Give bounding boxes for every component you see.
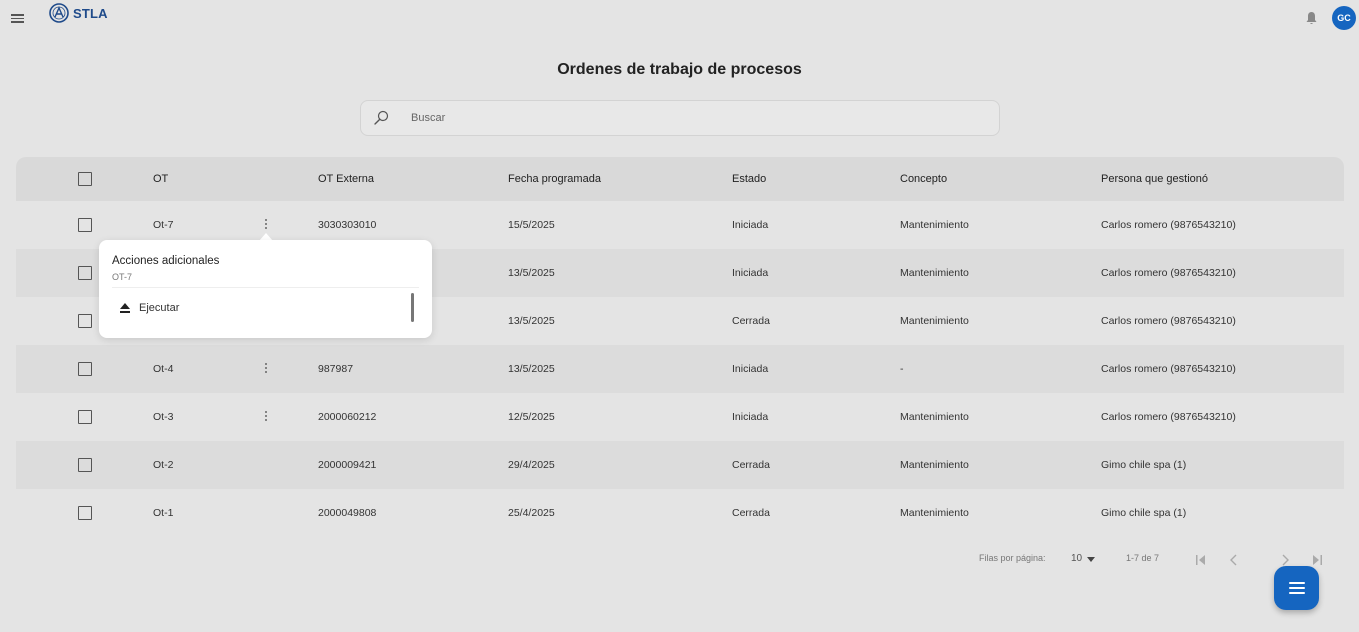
execute-action-item[interactable]: Ejecutar <box>119 302 179 314</box>
cell-concepto: Mantenimiento <box>900 459 969 471</box>
page-title: Ordenes de trabajo de procesos <box>557 61 802 78</box>
cell-ot: Ot-2 <box>153 459 174 471</box>
previous-page-icon[interactable] <box>1228 553 1240 566</box>
cell-fecha: 25/4/2025 <box>508 507 555 519</box>
execute-action-label: Ejecutar <box>139 302 180 314</box>
popup-title: Acciones adicionales <box>112 255 220 267</box>
header-concepto[interactable]: Concepto <box>900 173 947 185</box>
row-checkbox[interactable] <box>78 506 92 520</box>
cell-fecha: 15/5/2025 <box>508 219 555 231</box>
hamburger-menu-icon[interactable] <box>11 14 24 24</box>
cell-ot-externa: 2000060212 <box>318 411 377 423</box>
row-checkbox[interactable] <box>78 266 92 280</box>
cell-ot: Ot-4 <box>153 363 174 375</box>
row-checkbox[interactable] <box>78 362 92 376</box>
list-menu-icon <box>1288 582 1305 594</box>
cell-fecha: 13/5/2025 <box>508 267 555 279</box>
cell-ot: Ot-1 <box>153 507 174 519</box>
last-page-icon[interactable] <box>1311 553 1323 565</box>
cell-ot: Ot-3 <box>153 411 174 423</box>
search-icon <box>374 110 389 125</box>
cell-estado: Iniciada <box>732 411 769 423</box>
cell-estado: Cerrada <box>732 459 770 471</box>
table-row[interactable]: Ot-3 2000060212 12/5/2025 Iniciada Mante… <box>16 393 1344 441</box>
popup-subtitle: OT-7 <box>112 272 133 282</box>
cell-persona: Carlos romero (9876543210) <box>1101 267 1236 279</box>
eject-icon <box>120 303 130 313</box>
cell-ot-externa: 2000049808 <box>318 507 377 519</box>
cell-persona: Gimo chile spa (1) <box>1101 459 1187 471</box>
popup-divider <box>112 287 419 288</box>
rows-per-page-caret-icon[interactable] <box>1087 557 1095 562</box>
user-avatar[interactable]: GC <box>1332 6 1356 30</box>
cell-concepto: - <box>900 363 904 375</box>
cell-concepto: Mantenimiento <box>900 411 969 423</box>
popup-scrollbar[interactable] <box>411 293 414 322</box>
cell-ot-externa: 2000009421 <box>318 459 377 471</box>
notifications-bell-icon[interactable] <box>1305 11 1318 25</box>
cell-ot-externa: 987987 <box>318 363 354 375</box>
app-logo[interactable]: STLA <box>49 3 108 23</box>
cell-estado: Iniciada <box>732 219 769 231</box>
row-checkbox[interactable] <box>78 218 92 232</box>
orders-table: OT OT Externa Fecha programada Estado Co… <box>16 157 1344 537</box>
table-row[interactable]: Ot-4 987987 13/5/2025 Iniciada - Carlos … <box>16 345 1344 393</box>
cell-estado: Iniciada <box>732 363 769 375</box>
table-row[interactable]: Ot-2 2000009421 29/4/2025 Cerrada Manten… <box>16 441 1344 489</box>
header-ot[interactable]: OT <box>153 173 168 185</box>
cell-ot-externa: 3030303010 <box>318 219 377 231</box>
rows-per-page-select[interactable]: 10 <box>1071 553 1082 564</box>
rows-per-page-label: Filas por página: <box>979 553 1046 563</box>
cell-fecha: 13/5/2025 <box>508 315 555 327</box>
header-fecha-programada[interactable]: Fecha programada <box>508 173 601 185</box>
next-page-icon[interactable] <box>1279 553 1291 566</box>
cell-concepto: Mantenimiento <box>900 267 969 279</box>
additional-actions-popup: Acciones adicionales OT-7 Ejecutar <box>99 240 432 338</box>
table-row[interactable]: Ot-1 2000049808 25/4/2025 Cerrada Manten… <box>16 489 1344 537</box>
cell-estado: Cerrada <box>732 315 770 327</box>
cell-persona: Gimo chile spa (1) <box>1101 507 1187 519</box>
cell-concepto: Mantenimiento <box>900 219 969 231</box>
brand-name: STLA <box>73 5 108 21</box>
cell-ot: Ot-7 <box>153 219 174 231</box>
row-actions-kebab-icon[interactable] <box>262 217 270 233</box>
table-header: OT OT Externa Fecha programada Estado Co… <box>16 157 1344 201</box>
row-actions-kebab-icon[interactable] <box>262 361 270 377</box>
brand-logo-icon <box>49 3 69 23</box>
row-checkbox[interactable] <box>78 410 92 424</box>
cell-fecha: 13/5/2025 <box>508 363 555 375</box>
search-bar <box>360 100 1000 136</box>
pagination-range: 1-7 de 7 <box>1126 553 1160 563</box>
row-checkbox[interactable] <box>78 458 92 472</box>
header-persona[interactable]: Persona que gestionó <box>1101 173 1208 185</box>
cell-fecha: 12/5/2025 <box>508 411 555 423</box>
cell-persona: Carlos romero (9876543210) <box>1101 363 1236 375</box>
cell-concepto: Mantenimiento <box>900 315 969 327</box>
cell-concepto: Mantenimiento <box>900 507 969 519</box>
cell-fecha: 29/4/2025 <box>508 459 555 471</box>
cell-estado: Iniciada <box>732 267 769 279</box>
row-checkbox[interactable] <box>78 314 92 328</box>
select-all-checkbox[interactable] <box>78 172 92 186</box>
cell-persona: Carlos romero (9876543210) <box>1101 315 1236 327</box>
header-estado[interactable]: Estado <box>732 173 766 185</box>
row-actions-kebab-icon[interactable] <box>262 409 270 425</box>
floating-menu-button[interactable] <box>1274 566 1319 610</box>
cell-persona: Carlos romero (9876543210) <box>1101 411 1236 423</box>
first-page-icon[interactable] <box>1195 553 1207 565</box>
cell-persona: Carlos romero (9876543210) <box>1101 219 1236 231</box>
cell-estado: Cerrada <box>732 507 770 519</box>
header-ot-externa[interactable]: OT Externa <box>318 173 374 185</box>
search-input[interactable] <box>411 101 991 135</box>
